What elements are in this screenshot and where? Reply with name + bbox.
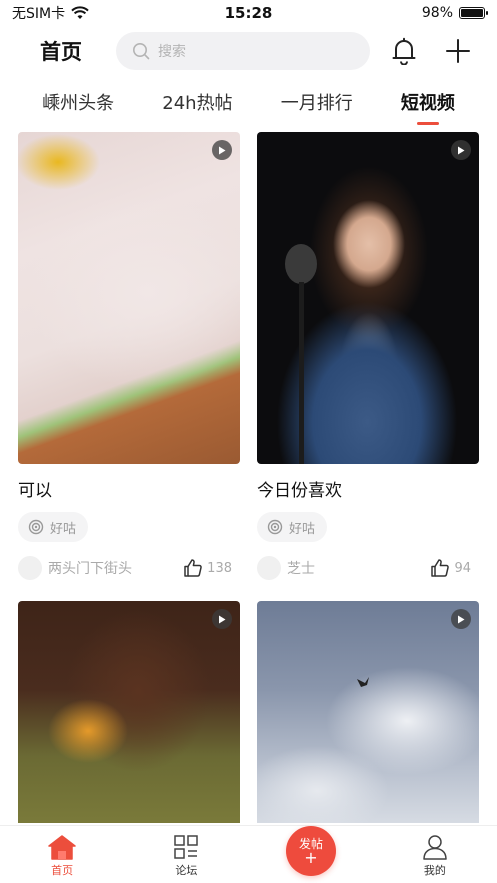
author-name: 两头门下街头 [48, 561, 132, 577]
header-actions [390, 37, 472, 65]
target-icon [28, 519, 44, 535]
nav-mine-label: 我的 [423, 864, 446, 877]
search-input[interactable]: 搜索 [116, 32, 370, 70]
topic-tag[interactable]: 好咕 [257, 512, 328, 542]
nav-forum-label: 论坛 [175, 864, 198, 877]
bottom-navigation: 首页 论坛 我的 [0, 825, 497, 883]
status-right: 98% [421, 5, 488, 21]
target-icon [267, 519, 283, 535]
wifi-icon [71, 6, 89, 19]
video-card[interactable]: 可以 好咕 两头门下街头 138 [18, 132, 240, 582]
home-icon [48, 835, 76, 860]
add-button[interactable] [444, 37, 472, 65]
avatar [18, 556, 42, 580]
like-button[interactable]: 94 [430, 558, 479, 578]
forum-grid-icon [174, 835, 199, 859]
create-post-button[interactable]: 发帖 + [286, 826, 336, 876]
play-icon [212, 140, 232, 160]
search-icon [133, 43, 150, 60]
battery-icon [459, 7, 488, 19]
nav-home[interactable]: 首页 [22, 834, 102, 878]
bell-icon [392, 37, 416, 65]
post-plus-icon: + [304, 848, 318, 867]
plus-icon [446, 39, 470, 63]
author-name: 芝士 [287, 561, 315, 577]
search-placeholder: 搜索 [158, 44, 186, 60]
like-button[interactable]: 138 [183, 558, 240, 578]
post-meta: 芝士 94 [257, 554, 479, 582]
tab-short-video[interactable]: 短视频 [397, 85, 459, 125]
category-tabs: 嵊州头条 24h热帖 一月排行 短视频 [0, 84, 497, 125]
nav-mine[interactable]: 我的 [395, 834, 475, 878]
avatar [257, 556, 281, 580]
bird-illustration [357, 677, 369, 687]
post-meta: 两头门下街头 138 [18, 554, 240, 582]
tab-24h-hot[interactable]: 24h热帖 [158, 85, 236, 119]
status-bar: 无SIM卡 15:28 98% [0, 0, 497, 26]
like-count: 138 [207, 560, 232, 576]
tag-label: 好咕 [50, 521, 77, 537]
post-title: 今日份喜欢 [257, 481, 342, 501]
thumbs-up-icon [431, 559, 450, 577]
thumbs-up-icon [184, 559, 202, 577]
topic-tag[interactable]: 好咕 [18, 512, 89, 542]
video-card[interactable] [257, 601, 479, 823]
video-thumbnail[interactable] [18, 601, 240, 823]
user-icon [423, 835, 447, 860]
notification-button[interactable] [390, 37, 418, 65]
post-title: 可以 [18, 481, 52, 501]
page-title: 首页 [40, 40, 82, 64]
carrier-label: 无SIM卡 [12, 6, 66, 22]
app-header: 首页 搜索 [0, 30, 497, 72]
tab-headlines[interactable]: 嵊州头条 [38, 85, 118, 119]
author[interactable]: 芝士 [257, 556, 315, 580]
battery-percent: 98% [421, 5, 453, 21]
status-left: 无SIM卡 [12, 3, 89, 23]
play-icon [212, 609, 232, 629]
video-card[interactable]: 今日份喜欢 好咕 芝士 94 [257, 132, 479, 582]
video-thumbnail[interactable] [18, 132, 240, 464]
video-card[interactable] [18, 601, 240, 823]
microphone-illustration [285, 244, 317, 464]
nav-home-label: 首页 [51, 864, 74, 877]
tab-monthly-rank[interactable]: 一月排行 [277, 85, 357, 119]
video-thumbnail[interactable] [257, 601, 479, 823]
battery-fill [461, 9, 483, 17]
nav-forum[interactable]: 论坛 [146, 834, 226, 878]
tag-label: 好咕 [289, 521, 316, 537]
author[interactable]: 两头门下街头 [18, 556, 132, 580]
like-count: 94 [454, 560, 471, 576]
video-thumbnail[interactable] [257, 132, 479, 464]
